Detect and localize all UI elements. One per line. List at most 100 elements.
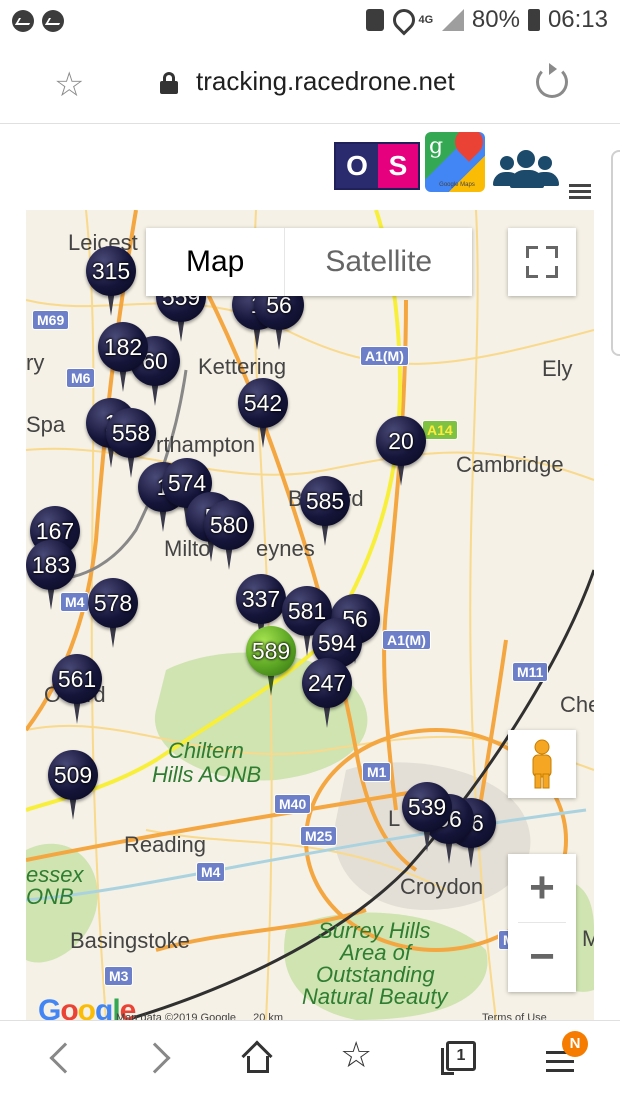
marker-label: 542 [243, 390, 283, 416]
web-page: O S g Google Maps Leicest Kettering rtha… [0, 124, 620, 1020]
road-shield: M3 [104, 966, 134, 986]
place-label: Spa [26, 412, 66, 437]
map-pin-icon [449, 132, 485, 162]
road-shield: M1 [362, 762, 392, 782]
aonb-label: Chiltern [168, 738, 244, 763]
clock: 06:13 [547, 6, 608, 33]
ordnance-survey-logo[interactable]: O S [334, 142, 420, 190]
zoom-control: + − [508, 854, 576, 992]
side-panel-handle[interactable] [611, 150, 620, 356]
place-label: Cambridge [456, 452, 564, 477]
marker-label: 585 [305, 488, 345, 514]
marker-label: 315 [91, 258, 131, 284]
home-icon[interactable] [241, 1040, 273, 1073]
pegman-icon [532, 739, 552, 789]
notification-badge: N [562, 1031, 588, 1057]
messenger-icon [12, 10, 34, 32]
marker-label: 539 [407, 794, 447, 820]
notification-icons [12, 10, 64, 32]
marker-label: 558 [111, 420, 151, 446]
data-saver-icon [365, 9, 384, 31]
aonb-label: ONB [26, 884, 74, 909]
map-scale[interactable]: 20 km [253, 1012, 283, 1020]
os-logo-right: S [377, 144, 418, 188]
road-shield: M6 [66, 368, 96, 388]
bookmarks-icon[interactable]: ☆ [340, 1037, 372, 1073]
gmaps-letter: g [429, 134, 444, 159]
marker-label: 183 [31, 552, 71, 578]
map-type-control: Map Satellite [146, 228, 473, 296]
drone-marker[interactable]: 182 [98, 322, 148, 392]
road-shield: M40 [274, 794, 312, 814]
zoom-out-button[interactable]: − [508, 923, 576, 991]
drone-marker[interactable]: 20 [376, 416, 426, 486]
drone-marker[interactable]: 509 [48, 750, 98, 820]
tabs-button[interactable]: 1 [441, 1041, 476, 1075]
map-type-map-button[interactable]: Map [146, 228, 286, 296]
drone-marker[interactable]: 315 [86, 246, 136, 316]
marker-label: 594 [317, 630, 357, 656]
terms-link[interactable]: Terms of Use [482, 1012, 547, 1020]
aonb-label: Hills AONB [152, 762, 262, 787]
back-icon[interactable] [49, 1042, 81, 1074]
place-label: ry [26, 350, 45, 375]
messenger-icon [42, 10, 64, 32]
road-shield: A1(M) [382, 630, 431, 650]
place-label: Ely [542, 356, 573, 381]
drone-marker[interactable]: 542 [238, 378, 288, 448]
system-status: 4G 80% 06:13 [365, 6, 608, 34]
drone-marker[interactable]: 183 [26, 540, 76, 610]
network-type: 4G [418, 14, 434, 26]
marker-label: 56 [266, 292, 292, 318]
browser-address-bar: ☆ tracking.racedrone.net [0, 44, 620, 124]
fullscreen-button[interactable] [508, 228, 576, 296]
users-icon[interactable] [492, 150, 562, 190]
zoom-in-button[interactable]: + [508, 854, 576, 922]
marker-label: 580 [209, 512, 249, 538]
marker-label: 589 [251, 638, 291, 664]
drone-marker-active[interactable]: 589 [246, 626, 296, 696]
drone-marker[interactable]: 561 [52, 654, 102, 724]
drone-marker[interactable]: 580 [204, 500, 254, 570]
menu-icon[interactable] [569, 184, 591, 200]
place-label: Basingstoke [70, 928, 190, 953]
road-shield: M4 [196, 862, 226, 882]
tracking-map[interactable]: Leicest Kettering rthampton Cambridge El… [26, 210, 594, 1020]
drone-marker[interactable]: 539 [402, 782, 452, 852]
street-view-button[interactable] [508, 730, 576, 798]
reload-icon[interactable] [536, 63, 568, 98]
drone-marker[interactable]: 585 [300, 476, 350, 546]
marker-label: 578 [93, 590, 133, 616]
google-maps-logo[interactable]: g Google Maps [425, 132, 485, 192]
place-label: Croydon [400, 874, 484, 899]
drone-marker[interactable]: 578 [88, 578, 138, 648]
marker-label: 247 [307, 670, 347, 696]
status-bar: 4G 80% 06:13 [0, 0, 620, 44]
lock-icon[interactable] [160, 72, 178, 94]
url-text[interactable]: tracking.racedrone.net [196, 66, 455, 97]
place-label: Kettering [198, 354, 287, 379]
drone-marker[interactable]: 247 [302, 658, 352, 728]
marker-label: 561 [57, 666, 97, 692]
forward-icon[interactable] [139, 1042, 171, 1074]
map-type-satellite-button[interactable]: Satellite [285, 228, 472, 296]
marker-label: 20 [388, 428, 414, 454]
marker-label: 509 [53, 762, 93, 788]
road-shield: M69 [32, 310, 70, 330]
road-shield: M25 [300, 826, 338, 846]
browser-bottom-nav: ☆ 1 N [0, 1020, 620, 1102]
gmaps-caption: Google Maps [439, 182, 475, 188]
fullscreen-icon [526, 246, 538, 258]
marker-label: 182 [103, 334, 143, 360]
road-shield: A1(M) [360, 346, 409, 366]
os-logo-left: O [336, 144, 378, 188]
battery-icon [527, 9, 540, 31]
battery-level: 80% [471, 6, 520, 33]
aonb-label: Natural Beauty [302, 984, 448, 1009]
place-label: M [582, 926, 594, 951]
place-label: Che [560, 692, 594, 717]
bookmark-star-icon[interactable]: ☆ [54, 68, 84, 102]
road-shield: M11 [512, 662, 549, 682]
signal-icon [441, 9, 464, 31]
map-attribution: Map data ©2019 Google 20 km Terms of Use [116, 1012, 547, 1020]
